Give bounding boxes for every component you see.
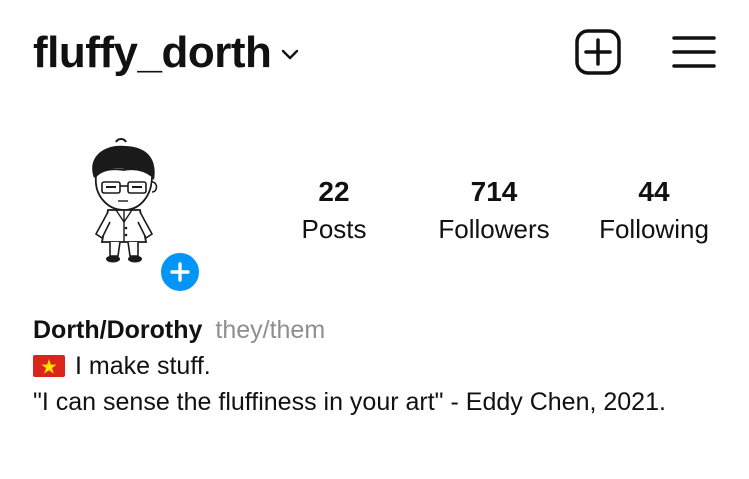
bio-text-1: I make stuff.	[75, 352, 211, 380]
menu-button[interactable]	[672, 34, 716, 70]
posts-stat[interactable]: 22 Posts	[264, 176, 404, 246]
plus-icon	[170, 262, 190, 282]
followers-stat[interactable]: 714 Followers	[424, 176, 564, 246]
add-story-button[interactable]	[158, 250, 202, 294]
followers-label: Followers	[438, 214, 550, 244]
display-name: Dorth/Dorothy	[33, 316, 203, 344]
profile-header: fluffy_dorth	[0, 0, 749, 110]
vietnam-flag-icon	[33, 355, 65, 377]
profile-picture-area	[68, 138, 204, 298]
following-stat[interactable]: 44 Following	[584, 176, 724, 246]
posts-label: Posts	[301, 214, 367, 244]
following-count: 44	[638, 176, 670, 207]
bio-line-1: I make stuff.	[33, 348, 723, 384]
posts-count: 22	[318, 176, 350, 207]
name-line: Dorth/Dorothy they/them	[33, 312, 723, 348]
profile-bio: Dorth/Dorothy they/them I make stuff. "I…	[33, 312, 723, 420]
avatar[interactable]	[68, 138, 178, 266]
bio-line-2: "I can sense the fluffiness in your art"…	[33, 388, 666, 416]
hamburger-menu-icon	[672, 36, 716, 68]
followers-count: 714	[470, 176, 518, 207]
following-label: Following	[599, 214, 709, 244]
pronouns: they/them	[215, 316, 326, 344]
plus-square-icon	[575, 29, 621, 75]
chevron-down-icon[interactable]	[281, 49, 299, 61]
account-switcher[interactable]: fluffy_dorth	[33, 28, 299, 78]
username[interactable]: fluffy_dorth	[33, 28, 272, 78]
new-post-button[interactable]	[575, 29, 621, 75]
